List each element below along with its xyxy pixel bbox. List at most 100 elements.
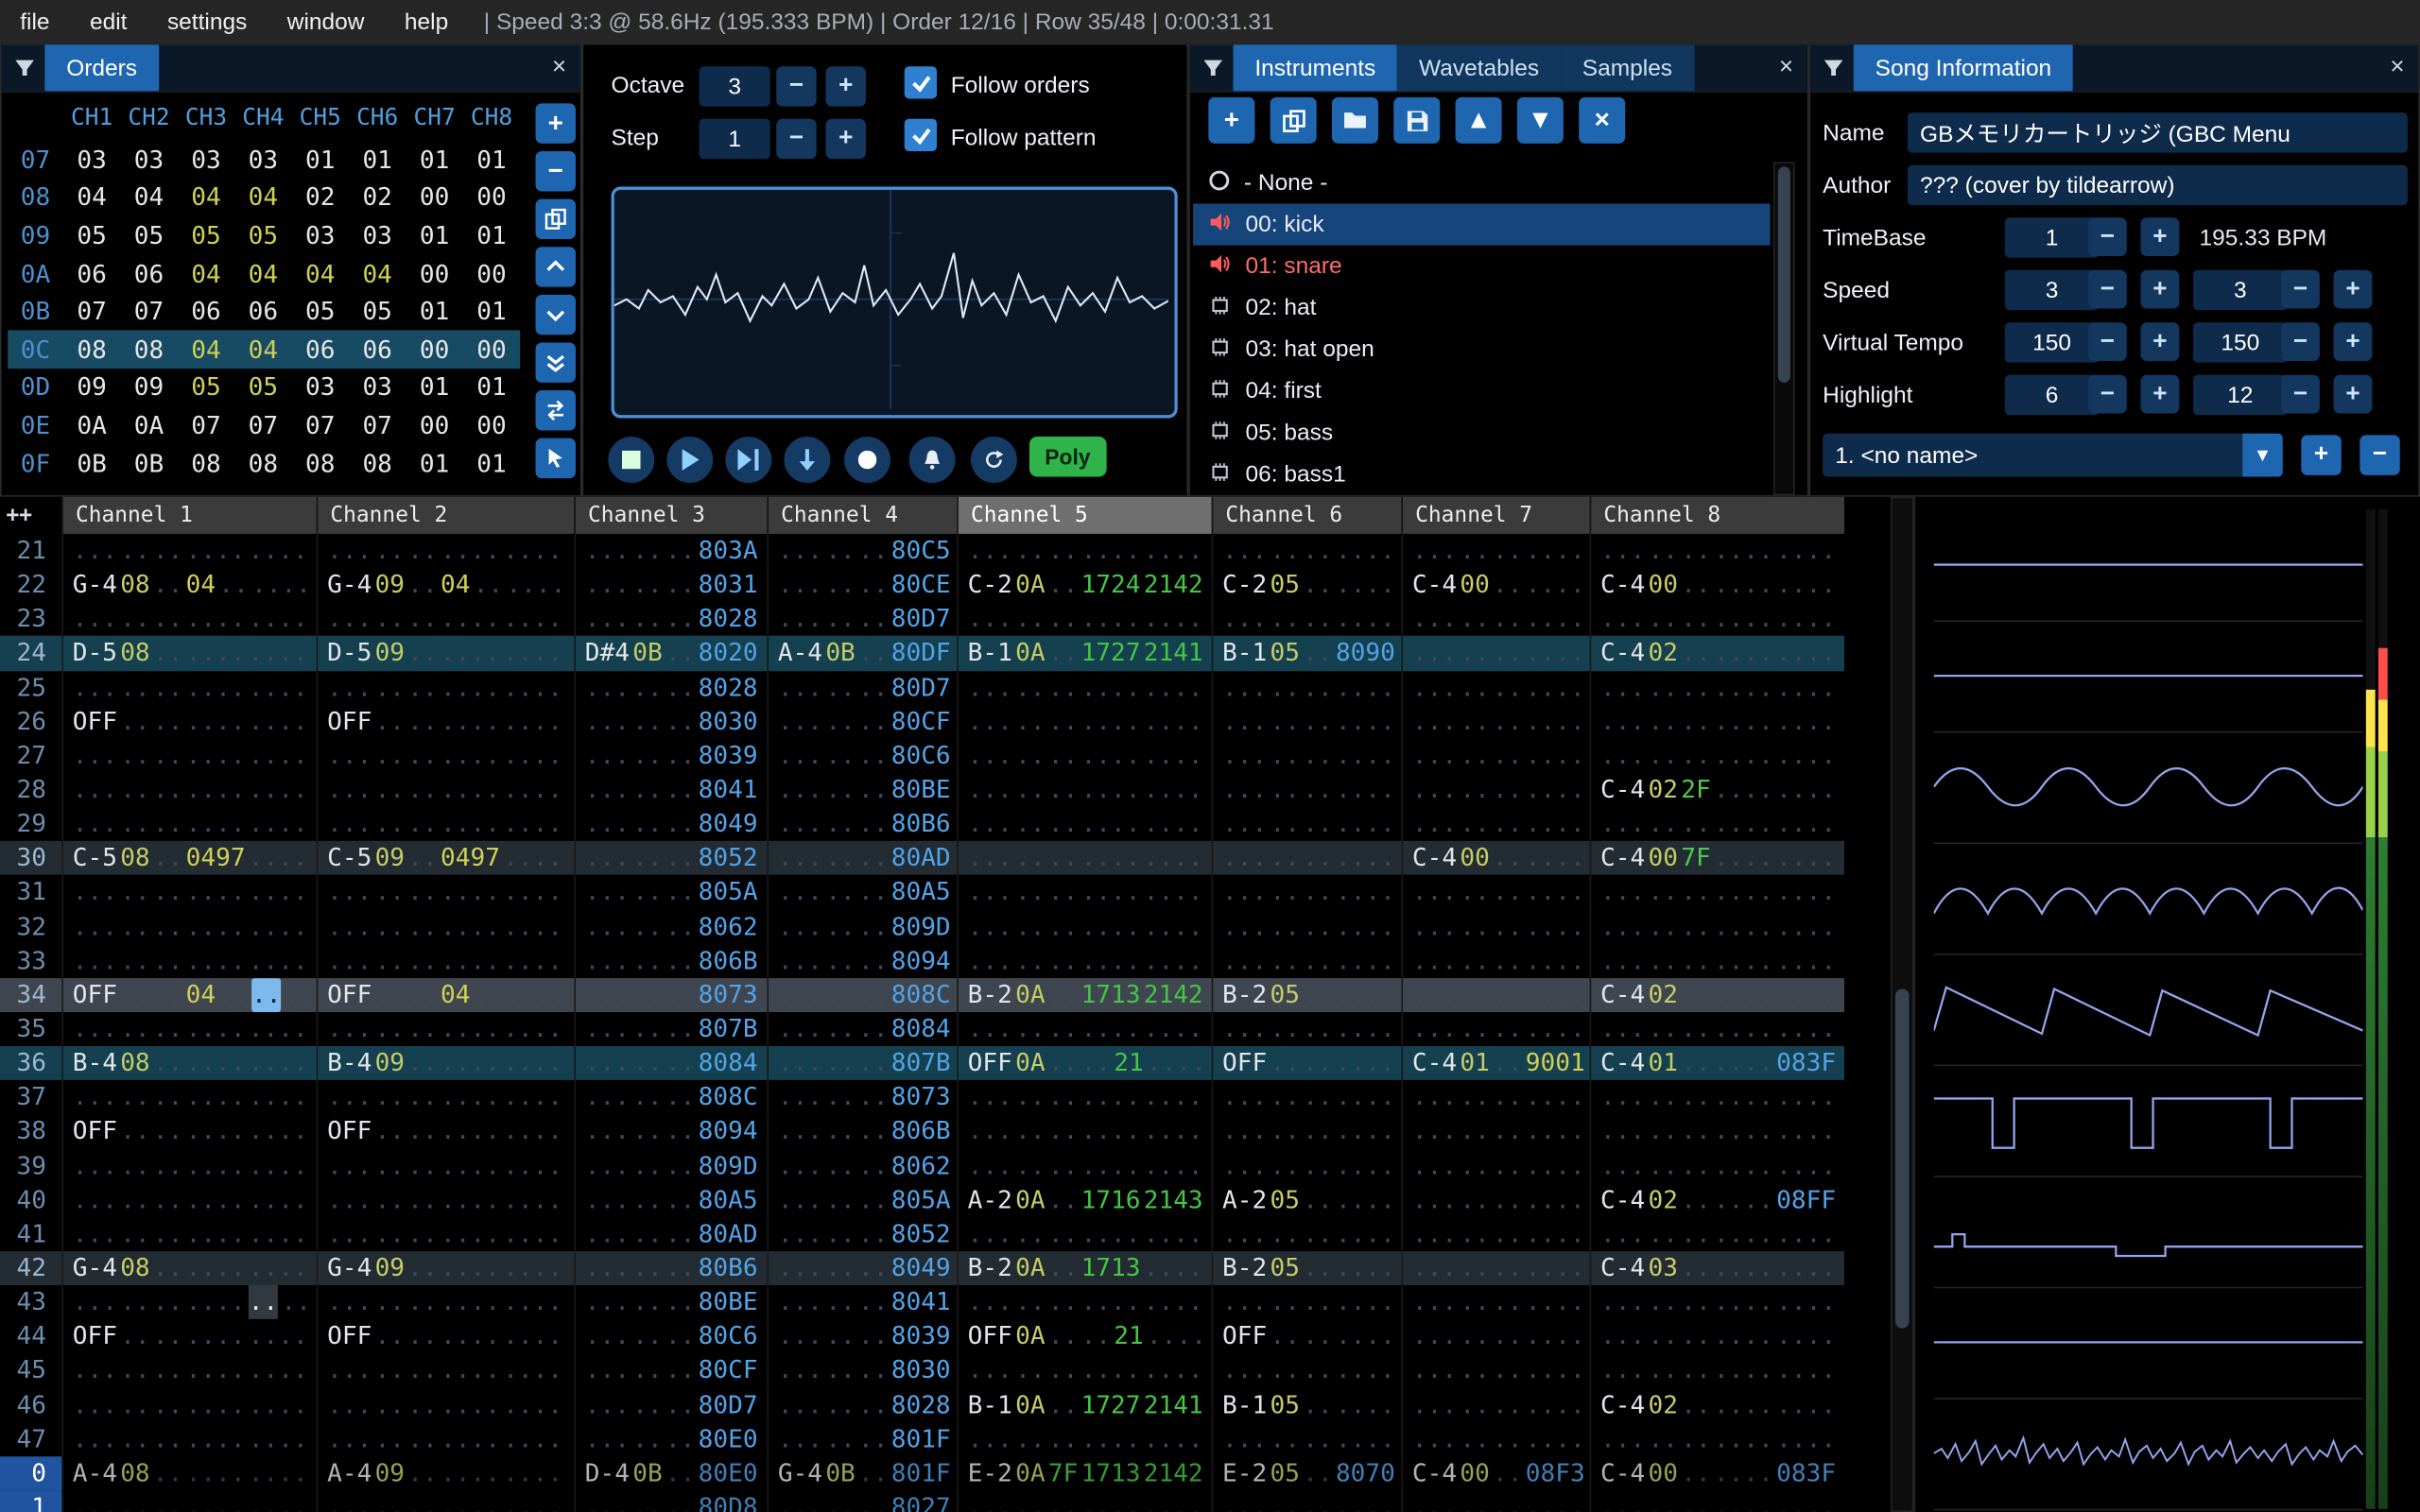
pattern-cell[interactable]: C-401......083F [1590, 1046, 1844, 1080]
step-row-button[interactable] [784, 437, 830, 483]
menu-window[interactable]: window [268, 9, 385, 35]
pattern-cell[interactable]: D-40B..80E0 [574, 1456, 767, 1490]
pattern-cell[interactable]: ............... [61, 1080, 316, 1114]
pattern-cell[interactable]: ............... [1590, 1080, 1844, 1114]
pattern-cell[interactable]: ............... [957, 807, 1211, 841]
tab-orders[interactable]: Orders [44, 44, 159, 91]
duplicate-instrument-button[interactable] [1270, 97, 1317, 144]
vtempo2-increase-button[interactable]: + [2334, 322, 2373, 361]
pattern-cell[interactable]: B-10A..17272141 [957, 636, 1211, 670]
pattern-cell[interactable]: .......8028 [767, 1388, 957, 1422]
instrument-list-item[interactable]: 02: hat [1193, 287, 1771, 329]
pattern-cell[interactable]: C-400.......... [1590, 568, 1844, 602]
song-name-input[interactable]: GBメモリカートリッジ (GBC Menu [1908, 112, 2408, 152]
pattern-cell[interactable]: ............... [317, 875, 575, 909]
order-cell[interactable]: 07 [178, 410, 234, 439]
pattern-cell[interactable]: ............... [1590, 1285, 1844, 1319]
order-row-0B[interactable]: 0B0707060605050101 [8, 292, 520, 330]
pattern-cell[interactable]: ............... [317, 1012, 575, 1046]
order-cell[interactable]: 0B [120, 448, 177, 477]
pattern-cell[interactable]: B-105...... [1212, 1388, 1402, 1422]
play-button[interactable] [666, 437, 713, 483]
speed1-decrease-button[interactable]: − [2088, 270, 2127, 309]
pattern-cell[interactable]: OFF............ [61, 1319, 316, 1353]
order-cell[interactable]: 02 [292, 182, 349, 212]
delete-instrument-button[interactable]: × [1579, 97, 1625, 144]
pattern-cell[interactable]: ........... [1212, 602, 1402, 636]
pattern-cell[interactable]: ........... [1401, 1422, 1589, 1456]
order-cell[interactable]: 05 [120, 220, 177, 249]
pattern-cell[interactable]: .......806B [574, 944, 767, 978]
pattern-cell[interactable]: ........... [1212, 1217, 1402, 1251]
pattern-cell[interactable]: C-402.......... [1590, 636, 1844, 670]
order-cell[interactable]: 05 [178, 372, 234, 402]
speed2-input[interactable]: 3 [2193, 270, 2288, 310]
pattern-cell[interactable]: C-20A..17242142 [957, 568, 1211, 602]
tab-wavetables[interactable]: Wavetables [1397, 44, 1561, 91]
pattern-cell[interactable]: .......807B [574, 1012, 767, 1046]
vtempo1-input[interactable]: 150 [2005, 322, 2100, 362]
pattern-cell[interactable]: ............... [1590, 1353, 1844, 1387]
pattern-cell[interactable]: .......80BE [574, 1285, 767, 1319]
pattern-cell[interactable]: OFF............ [61, 1114, 316, 1148]
pattern-cell[interactable]: .......8062 [767, 1149, 957, 1183]
pattern-cell[interactable]: ........... [1401, 1149, 1589, 1183]
subsong-select[interactable]: 1. <no name> ▼ [1823, 434, 2283, 477]
order-move-down-button[interactable] [536, 295, 576, 335]
speed2-increase-button[interactable]: + [2334, 270, 2373, 309]
pattern-cell[interactable]: ............... [317, 670, 575, 704]
order-cell[interactable]: 00 [463, 335, 520, 364]
pattern-cell[interactable]: ........... [1401, 534, 1589, 568]
pattern-cell[interactable]: .......8031 [574, 568, 767, 602]
order-row-09[interactable]: 090505050503030101 [8, 216, 520, 254]
timebase-input[interactable]: 1 [2005, 217, 2100, 257]
pattern-cell[interactable]: D#40B..8020 [574, 636, 767, 670]
pattern-cell[interactable]: ........... [1401, 1217, 1589, 1251]
channel-header-3[interactable]: Channel 3 [574, 497, 767, 534]
pattern-cell[interactable]: OFF....04...... [61, 978, 316, 1012]
order-cell[interactable]: 01 [292, 145, 349, 174]
pattern-cell[interactable]: ............... [957, 1490, 1211, 1512]
pattern-cell[interactable]: ........... [1401, 602, 1589, 636]
order-cell[interactable]: 05 [292, 297, 349, 326]
pattern-cell[interactable]: ........... [1212, 670, 1402, 704]
pattern-cell[interactable]: .......80AD [767, 841, 957, 875]
pattern-cell[interactable]: D-508.......... [61, 636, 316, 670]
pattern-cell[interactable]: ............... [61, 1490, 316, 1512]
channel-header-4[interactable]: Channel 4 [767, 497, 957, 534]
order-cell[interactable]: 07 [292, 410, 349, 439]
order-cell[interactable]: 00 [463, 259, 520, 288]
pattern-cell[interactable]: ............... [317, 1490, 575, 1512]
menu-settings[interactable]: settings [147, 9, 268, 35]
order-cell[interactable]: 00 [406, 259, 462, 288]
pattern-cell[interactable]: C-508..0497.... [61, 841, 316, 875]
pattern-cell[interactable]: ........... [1401, 944, 1589, 978]
order-cell[interactable]: 04 [349, 259, 406, 288]
pattern-cell[interactable]: ............... [317, 773, 575, 807]
pattern-cell[interactable]: .......8084 [574, 1046, 767, 1080]
pattern-cell[interactable]: ............... [957, 1217, 1211, 1251]
pattern-cell[interactable]: ............... [61, 773, 316, 807]
pattern-cell[interactable]: ........... [1212, 841, 1402, 875]
pattern-cell[interactable]: ............... [957, 1422, 1211, 1456]
pattern-cell[interactable]: .......8030 [574, 705, 767, 739]
pattern-cell[interactable]: ............... [317, 1388, 575, 1422]
order-cell[interactable]: 02 [349, 182, 406, 212]
pattern-cell[interactable]: A-205...... [1212, 1183, 1402, 1217]
order-cell[interactable]: 03 [349, 372, 406, 402]
pattern-cell[interactable]: C-403.......... [1590, 1251, 1844, 1285]
highlight2-input[interactable]: 12 [2193, 375, 2288, 415]
repeat-pattern-icon[interactable] [971, 437, 1017, 483]
pattern-cell[interactable]: ............... [1590, 910, 1844, 944]
order-cell[interactable]: 00 [406, 410, 462, 439]
octave-decrease-button[interactable]: − [776, 66, 816, 106]
pattern-cell[interactable]: .......8030 [767, 1353, 957, 1387]
order-row-07[interactable]: 070303030301010101 [8, 141, 520, 179]
pattern-cell[interactable]: ............... [317, 1183, 575, 1217]
pattern-cell[interactable]: G-409.......... [317, 1251, 575, 1285]
pattern-cell[interactable]: .......8049 [574, 807, 767, 841]
pattern-cell[interactable]: ............... [317, 1285, 575, 1319]
octave-input[interactable]: 3 [700, 66, 770, 106]
order-cell[interactable]: 06 [349, 335, 406, 364]
pattern-cell[interactable]: .......8039 [767, 1319, 957, 1353]
